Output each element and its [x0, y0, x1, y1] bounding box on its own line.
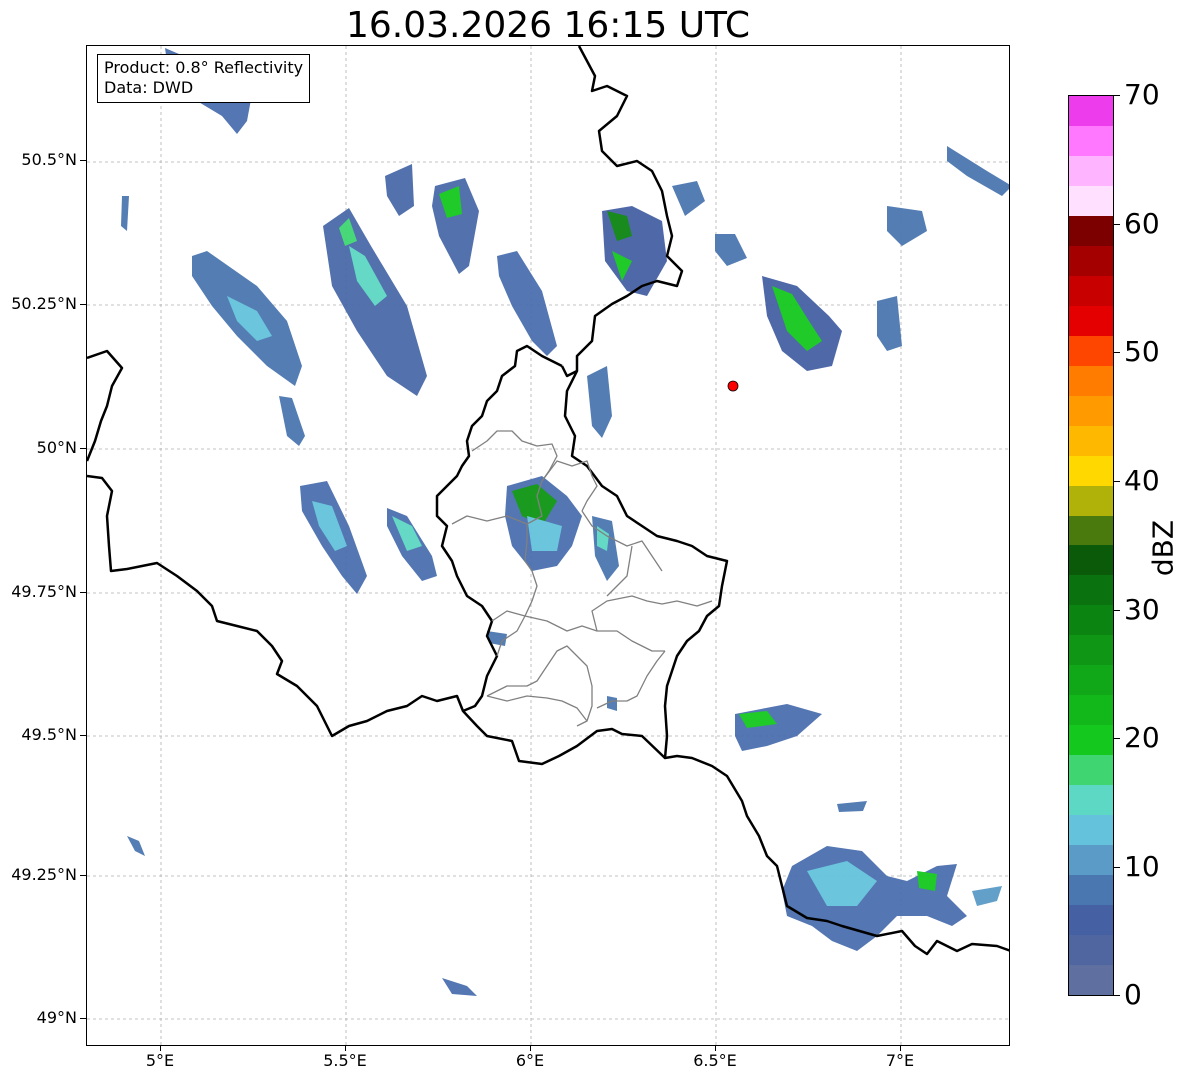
colorbar-segment — [1069, 335, 1113, 366]
colorbar-segment — [1069, 425, 1113, 456]
lon-tick-mark — [715, 1046, 716, 1051]
colorbar-segment — [1069, 905, 1113, 936]
colorbar-segment — [1069, 245, 1113, 276]
lat-tick-label: 49.5°N — [21, 725, 77, 744]
colorbar-segment — [1069, 545, 1113, 576]
lon-tick-label: 7°E — [885, 1051, 915, 1070]
colorbar-tick-label: 60 — [1124, 207, 1160, 240]
colorbar-segment — [1069, 725, 1113, 756]
radar-site-marker — [727, 380, 739, 392]
colorbar-segment — [1069, 605, 1113, 636]
colorbar-segment — [1069, 845, 1113, 876]
lon-tick-label: 6.5°E — [693, 1051, 737, 1070]
colorbar-segment — [1069, 695, 1113, 726]
data-source-label: Data: DWD — [104, 78, 194, 97]
lat-tick-label: 49.25°N — [11, 865, 77, 884]
admin-boundaries — [451, 430, 713, 727]
colorbar-tick-label: 0 — [1124, 978, 1142, 1011]
lat-tick-label: 49.75°N — [11, 582, 77, 601]
lat-tick-mark — [80, 304, 86, 305]
lat-tick-mark — [80, 1018, 86, 1019]
colorbar-segment — [1069, 275, 1113, 306]
lat-tick-mark — [80, 160, 86, 161]
colorbar-segment — [1069, 785, 1113, 816]
colorbar-tick-mark — [1114, 995, 1120, 996]
colorbar-segment — [1069, 215, 1113, 246]
colorbar-segment — [1069, 365, 1113, 396]
colorbar-segment — [1069, 935, 1113, 966]
reflectivity-echoes — [121, 48, 1009, 996]
colorbar-segment — [1069, 485, 1113, 516]
colorbar-tick-label: 30 — [1124, 593, 1160, 626]
lat-tick-label: 50.25°N — [11, 294, 77, 313]
lon-tick-mark — [160, 1046, 161, 1051]
colorbar-tick-mark — [1114, 352, 1120, 353]
colorbar-segment — [1069, 185, 1113, 216]
lon-tick-label: 6°E — [515, 1051, 545, 1070]
lon-tick-mark — [345, 1046, 346, 1051]
lon-tick-mark — [900, 1046, 901, 1051]
map-panel[interactable]: Product: 0.8° Reflectivity Data: DWD — [86, 45, 1010, 1046]
colorbar-segment — [1069, 875, 1113, 906]
colorbar-title: dBZ — [1146, 519, 1180, 577]
lat-tick-label: 50°N — [36, 438, 77, 457]
map-title: 16.03.2026 16:15 UTC — [345, 5, 751, 46]
colorbar-segment — [1069, 155, 1113, 186]
colorbar-tick-mark — [1114, 95, 1120, 96]
colorbar-tick-mark — [1114, 224, 1120, 225]
colorbar-segment — [1069, 575, 1113, 606]
map-canvas — [87, 46, 1009, 1045]
colorbar-segment — [1069, 815, 1113, 846]
colorbar-segment — [1069, 455, 1113, 486]
lat-tick-label: 49°N — [36, 1008, 77, 1027]
colorbar-tick-label: 50 — [1124, 335, 1160, 368]
colorbar-tick-label: 70 — [1124, 78, 1160, 111]
colorbar-segment — [1069, 305, 1113, 336]
colorbar-segment — [1069, 965, 1113, 995]
colorbar — [1068, 95, 1114, 996]
colorbar-segment — [1069, 125, 1113, 156]
colorbar-tick-mark — [1114, 610, 1120, 611]
colorbar-segment — [1069, 96, 1113, 126]
lat-tick-mark — [80, 592, 86, 593]
product-label: Product: 0.8° Reflectivity — [104, 58, 304, 77]
colorbar-segment — [1069, 665, 1113, 696]
colorbar-segment — [1069, 635, 1113, 666]
colorbar-tick-mark — [1114, 738, 1120, 739]
lat-tick-mark — [80, 448, 86, 449]
lon-tick-label: 5.5°E — [323, 1051, 367, 1070]
colorbar-segment — [1069, 755, 1113, 786]
colorbar-tick-label: 40 — [1124, 464, 1160, 497]
lat-tick-mark — [80, 875, 86, 876]
colorbar-tick-mark — [1114, 867, 1120, 868]
colorbar-tick-label: 20 — [1124, 721, 1160, 754]
lat-tick-mark — [80, 735, 86, 736]
colorbar-segment — [1069, 395, 1113, 426]
colorbar-tick-label: 10 — [1124, 850, 1160, 883]
lon-tick-label: 5°E — [145, 1051, 175, 1070]
product-info-box: Product: 0.8° Reflectivity Data: DWD — [97, 54, 311, 103]
lon-tick-mark — [530, 1046, 531, 1051]
colorbar-segment — [1069, 515, 1113, 546]
lat-tick-label: 50.5°N — [21, 150, 77, 169]
colorbar-tick-mark — [1114, 481, 1120, 482]
